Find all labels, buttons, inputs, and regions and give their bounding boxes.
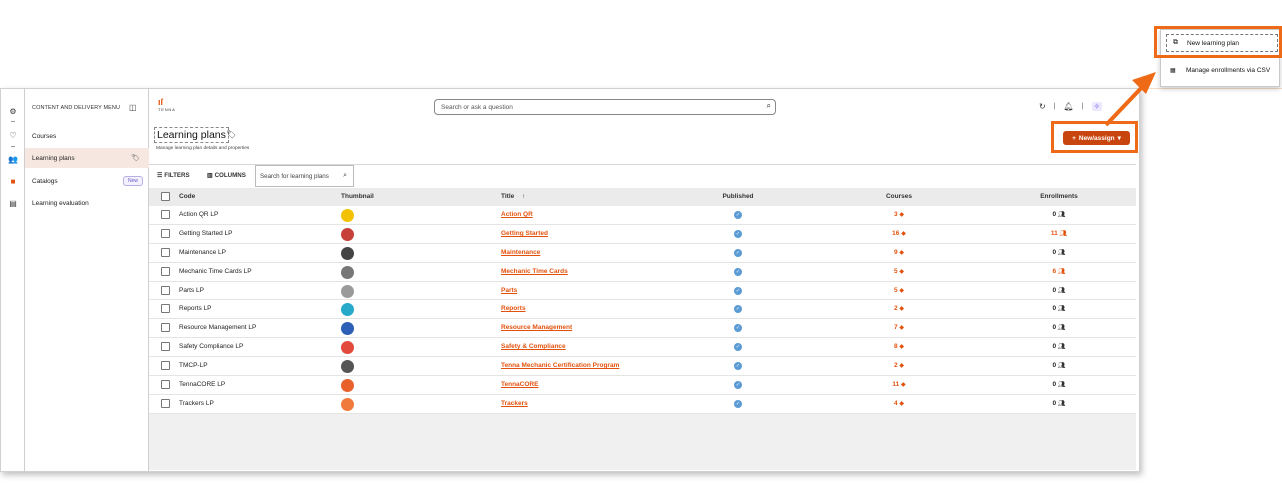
dropdown-item-label: Manage enrollments via CSV	[1186, 67, 1271, 74]
dropdown-highlight	[1154, 26, 1282, 58]
csv-icon: ▦	[1170, 68, 1176, 74]
callout-arrow-icon	[1104, 72, 1156, 127]
dropdown-item-manage-enrollments[interactable]: ▦ Manage enrollments via CSV	[1166, 60, 1278, 82]
